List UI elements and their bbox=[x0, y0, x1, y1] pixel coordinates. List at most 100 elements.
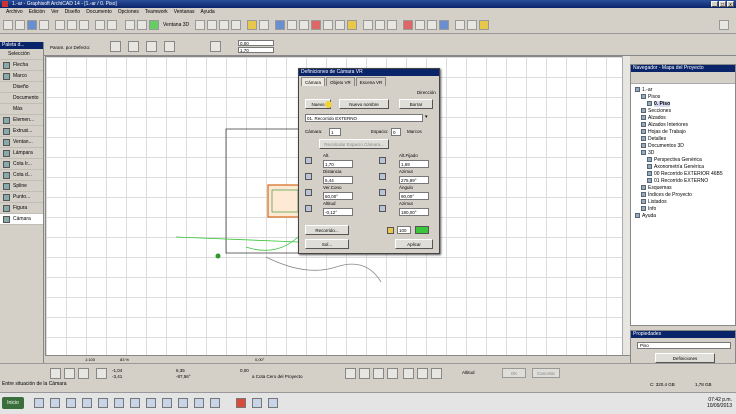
nav-item-esquemas[interactable]: Esquemas bbox=[641, 185, 672, 191]
nav-item-pisos[interactable]: Pisos bbox=[641, 94, 660, 100]
browser-icon[interactable] bbox=[34, 398, 44, 408]
nav-item-piso-0[interactable]: 0. Piso bbox=[647, 101, 671, 107]
nav-item-recorrido-exterior[interactable]: 00 Recorrido EXTERIOR 46B5 bbox=[647, 171, 723, 177]
nav-item-alzados-interiores[interactable]: Alzados Interiores bbox=[641, 122, 688, 128]
y-coord[interactable]: -3,41 bbox=[112, 374, 122, 379]
save-task-icon[interactable] bbox=[130, 398, 140, 408]
viewer-task-icon[interactable] bbox=[268, 398, 278, 408]
layout-icon[interactable] bbox=[195, 20, 205, 30]
view-3d-label[interactable]: Ventana 3D bbox=[163, 22, 189, 28]
menu-ayuda[interactable]: Ayuda bbox=[198, 8, 218, 16]
x-coord[interactable]: -1,04 bbox=[112, 368, 122, 373]
cut-icon[interactable] bbox=[55, 20, 65, 30]
menu-diseno[interactable]: Diseño bbox=[62, 8, 84, 16]
tool-marco[interactable]: Marco bbox=[0, 71, 43, 82]
select-tool-header[interactable]: Selección bbox=[0, 49, 43, 60]
polyline-icon[interactable] bbox=[345, 368, 356, 379]
origin-reference-label[interactable]: a Cota Cero del Proyecto bbox=[252, 374, 303, 379]
nav-item-hojas[interactable]: Hojas de Trabajo bbox=[641, 129, 686, 135]
archicad-task-icon[interactable] bbox=[236, 398, 246, 408]
camera-rotate-icon[interactable] bbox=[146, 41, 157, 52]
new-file-icon[interactable] bbox=[3, 20, 13, 30]
word-icon[interactable] bbox=[82, 398, 92, 408]
camera-path-icon[interactable] bbox=[128, 41, 139, 52]
recorder-icon[interactable] bbox=[210, 398, 220, 408]
nav-item-3d[interactable]: 3D bbox=[641, 150, 654, 156]
label-tool-icon[interactable] bbox=[387, 20, 397, 30]
infobox-field-2[interactable]: 1,70 bbox=[238, 47, 274, 53]
path-button[interactable]: Recorrido... bbox=[305, 225, 349, 235]
dimension-tool-icon[interactable] bbox=[363, 20, 373, 30]
magic-wand-icon[interactable] bbox=[403, 20, 413, 30]
nav-item-listados[interactable]: Listados bbox=[641, 199, 667, 205]
open-file-icon[interactable] bbox=[15, 20, 25, 30]
nav-item-alzados[interactable]: Alzados bbox=[641, 115, 666, 121]
undo-icon[interactable] bbox=[95, 20, 105, 30]
powerpoint-icon[interactable] bbox=[114, 398, 124, 408]
sun-button[interactable]: Sol... bbox=[305, 239, 349, 249]
print-icon[interactable] bbox=[39, 20, 49, 30]
sun-azimuth-field[interactable]: 180,00° bbox=[399, 208, 429, 216]
spacing-field[interactable]: 0 bbox=[391, 128, 401, 136]
origin-icon[interactable] bbox=[96, 368, 107, 379]
gravity-icon[interactable] bbox=[431, 368, 442, 379]
nav-item-ayuda[interactable]: Ayuda bbox=[635, 213, 656, 219]
color-value-field[interactable]: 100 bbox=[397, 226, 411, 234]
tool-cota-ir[interactable]: Cota Ir... bbox=[0, 159, 43, 170]
new-name-button[interactable]: Nuevo nombre bbox=[339, 99, 389, 109]
tool-lampara[interactable]: Lámpara bbox=[0, 148, 43, 159]
menu-ventanas[interactable]: Ventanas bbox=[171, 8, 198, 16]
azimuth-field[interactable]: 275,89° bbox=[399, 176, 429, 184]
extra-toolbar-icon[interactable] bbox=[719, 20, 729, 30]
tab-escena-vr[interactable]: Escena VR bbox=[355, 77, 387, 86]
excel-icon[interactable] bbox=[98, 398, 108, 408]
tool-ventana[interactable]: Ventan... bbox=[0, 137, 43, 148]
tool-documento[interactable]: Documento bbox=[0, 93, 43, 104]
angle-field[interactable]: 90,00° bbox=[399, 192, 429, 200]
alt-fixed-field[interactable]: 1,69 bbox=[399, 160, 429, 168]
acrobat-icon[interactable] bbox=[162, 398, 172, 408]
tab-camara[interactable]: Cámara bbox=[301, 77, 326, 86]
plan-view-icon[interactable] bbox=[125, 20, 135, 30]
menu-archivo[interactable]: Archivo bbox=[3, 8, 26, 16]
camera-number-field[interactable]: 1 bbox=[329, 128, 341, 136]
copy-icon[interactable] bbox=[67, 20, 77, 30]
view-3d-icon[interactable] bbox=[149, 20, 159, 30]
save-icon[interactable] bbox=[27, 20, 37, 30]
distance-coord[interactable]: 6,35 bbox=[176, 368, 185, 373]
arc-icon[interactable] bbox=[373, 368, 384, 379]
menu-opciones[interactable]: Opciones bbox=[115, 8, 142, 16]
beam-tool-icon[interactable] bbox=[299, 20, 309, 30]
ruler-icon[interactable] bbox=[247, 20, 257, 30]
line-icon[interactable] bbox=[359, 368, 370, 379]
render-icon[interactable] bbox=[467, 20, 477, 30]
guide-icon[interactable] bbox=[78, 368, 89, 379]
alt-field[interactable]: 1,70 bbox=[323, 160, 353, 168]
fit-window-icon[interactable] bbox=[231, 20, 241, 30]
cancel-button[interactable]: Cancelar bbox=[532, 368, 560, 378]
minimize-button[interactable]: _ bbox=[711, 1, 718, 8]
sketchup-icon[interactable] bbox=[194, 398, 204, 408]
wall-tool-icon[interactable] bbox=[275, 20, 285, 30]
apply-button[interactable]: Aplicar bbox=[395, 239, 433, 249]
view-cone-field[interactable]: 60,00° bbox=[323, 192, 353, 200]
menu-edicion[interactable]: Edición bbox=[26, 8, 48, 16]
redo-icon[interactable] bbox=[107, 20, 117, 30]
tab-objeto-vr[interactable]: Objeto VR bbox=[326, 77, 355, 86]
properties-settings-button[interactable]: Definiciones bbox=[655, 353, 715, 363]
chevron-down-icon[interactable]: ▾ bbox=[425, 114, 428, 120]
camera-settings-icon[interactable] bbox=[164, 41, 175, 52]
special-snap-icon[interactable] bbox=[417, 368, 428, 379]
nav-item-recorrido-externo[interactable]: 01 Recorrido EXTERNO bbox=[647, 178, 708, 184]
nav-item-indices[interactable]: Índices de Proyecto bbox=[641, 192, 692, 198]
text-tool-icon[interactable] bbox=[375, 20, 385, 30]
nav-item-secciones[interactable]: Secciones bbox=[641, 108, 671, 114]
canvas-vertical-scrollbar[interactable] bbox=[622, 56, 630, 356]
angle-lock-icon[interactable] bbox=[403, 368, 414, 379]
tool-mas[interactable]: Más bbox=[0, 104, 43, 115]
sun-icon[interactable] bbox=[479, 20, 489, 30]
grid-snap-icon[interactable] bbox=[64, 368, 75, 379]
tool-flecha[interactable]: Flecha bbox=[0, 60, 43, 71]
grid-icon[interactable] bbox=[259, 20, 269, 30]
camera-geometry-icon[interactable] bbox=[110, 41, 121, 52]
